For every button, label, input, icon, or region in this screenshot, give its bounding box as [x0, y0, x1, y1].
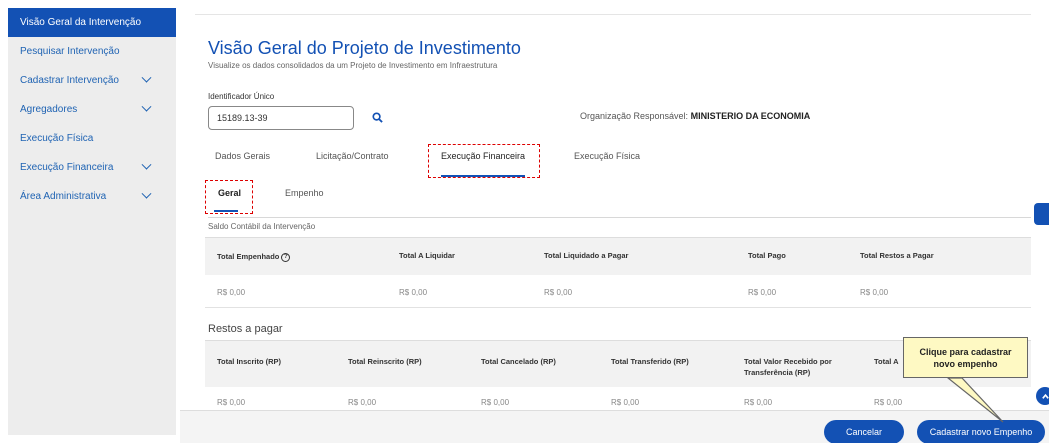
sidebar-item-label: Agregadores	[20, 104, 78, 115]
sidebar-item-label: Execução Financeira	[20, 162, 114, 173]
identifier-label: Identificador Único	[208, 92, 275, 101]
sidebar-item-label: Execução Física	[20, 133, 94, 144]
sidebar-item-agregadores[interactable]: Agregadores	[8, 95, 176, 124]
tab-dados-gerais[interactable]: Dados Gerais	[215, 151, 270, 179]
cell-value: R$ 0,00	[481, 398, 510, 407]
cell-value: R$ 0,00	[611, 398, 640, 407]
side-widget-tab[interactable]	[1034, 203, 1049, 225]
subtab-empenho[interactable]: Empenho	[285, 188, 324, 198]
divider	[208, 217, 1031, 218]
cell-value: R$ 0,00	[399, 288, 428, 297]
col-total-liquidado: Total Liquidado a Pagar	[544, 251, 629, 260]
chevron-down-icon	[141, 101, 152, 112]
col-total-empenhado: Total Empenhado?	[217, 252, 291, 262]
col-total-a: Total A	[874, 357, 899, 366]
organization-value: MINISTERIO DA ECONOMIA	[690, 111, 811, 121]
cell-value: R$ 0,00	[860, 288, 889, 297]
callout-line: Clique para cadastrar	[919, 346, 1012, 357]
chevron-down-icon	[141, 188, 152, 199]
col-total-cancelado: Total Cancelado (RP)	[481, 357, 556, 366]
sidebar: Visão Geral da Intervenção Pesquisar Int…	[8, 8, 176, 435]
sidebar-item-area-administrativa[interactable]: Área Administrativa	[8, 182, 176, 211]
search-button[interactable]	[367, 106, 387, 128]
divider	[195, 14, 1031, 15]
app-root: Visão Geral da Intervenção Pesquisar Int…	[0, 0, 1049, 443]
sidebar-item-label: Área Administrativa	[20, 191, 107, 202]
organization-info: Organização Responsável: MINISTERIO DA E…	[580, 111, 810, 121]
col-total-reinscrito: Total Reinscrito (RP)	[348, 357, 422, 366]
sidebar-item-cadastrar[interactable]: Cadastrar Intervenção	[8, 66, 176, 95]
table-header: Total Empenhado? Total A Liquidar Total …	[205, 237, 1031, 275]
page-subtitle: Visualize os dados consolidados da um Pr…	[208, 61, 498, 70]
tooltip-callout: Clique para cadastrar novo empenho	[903, 337, 1028, 378]
cancel-button[interactable]: Cancelar	[824, 420, 904, 443]
chevron-down-icon	[141, 159, 152, 170]
tab-licitacao-contrato[interactable]: Licitação/Contrato	[316, 151, 389, 179]
col-total-inscrito: Total Inscrito (RP)	[217, 357, 282, 366]
cell-value: R$ 0,00	[544, 288, 573, 297]
col-label-line1: Total Valor Recebido por	[744, 357, 832, 366]
identifier-input[interactable]: 15189.13-39	[208, 106, 354, 130]
col-total-pago: Total Pago	[748, 251, 786, 260]
section-title: Restos a pagar	[208, 323, 283, 335]
sidebar-item-label: Pesquisar Intervenção	[20, 46, 120, 57]
sidebar-item-execucao-financeira[interactable]: Execução Financeira	[8, 153, 176, 182]
cell-value: R$ 0,00	[217, 398, 246, 407]
sidebar-item-label: Cadastrar Intervenção	[20, 75, 119, 86]
search-icon	[371, 111, 383, 123]
page-title: Visão Geral do Projeto de Investimento	[208, 38, 521, 58]
cell-value: R$ 0,00	[217, 288, 246, 297]
col-total-transferido: Total Transferido (RP)	[611, 357, 689, 366]
scroll-top-button[interactable]	[1036, 387, 1049, 405]
cell-value: R$ 0,00	[744, 398, 773, 407]
chevron-up-icon	[1041, 393, 1049, 399]
col-total-a-liquidar: Total A Liquidar	[399, 251, 455, 260]
sidebar-item-execucao-fisica[interactable]: Execução Física	[8, 124, 176, 153]
cell-value: R$ 0,00	[874, 398, 903, 407]
help-icon[interactable]: ?	[281, 252, 291, 262]
col-label-line2: Transferência (RP)	[744, 368, 811, 377]
callout-line: novo empenho	[933, 358, 998, 369]
table-row: R$ 0,00 R$ 0,00 R$ 0,00 R$ 0,00 R$ 0,00	[205, 275, 1031, 308]
tab-highlight	[428, 144, 540, 178]
cell-value: R$ 0,00	[748, 288, 777, 297]
subtab-highlight	[205, 180, 253, 214]
add-empenho-button[interactable]: Cadastrar novo Empenho	[917, 420, 1045, 443]
organization-label: Organização Responsável:	[580, 111, 689, 121]
tab-execucao-fisica[interactable]: Execução Física	[574, 151, 640, 179]
chevron-down-icon	[141, 72, 152, 83]
col-total-valor-recebido: Total Valor Recebido por Transferência (…	[744, 357, 832, 377]
col-total-restos: Total Restos a Pagar	[860, 251, 934, 260]
col-label: Total Empenhado	[217, 252, 280, 261]
sidebar-item-visao-geral[interactable]: Visão Geral da Intervenção	[8, 8, 176, 37]
cell-value: R$ 0,00	[348, 398, 377, 407]
sidebar-item-pesquisar[interactable]: Pesquisar Intervenção	[8, 37, 176, 66]
sidebar-item-label: Visão Geral da Intervenção	[20, 17, 142, 28]
saldo-label: Saldo Contábil da Intervenção	[208, 222, 316, 231]
identifier-value: 15189.13-39	[217, 113, 268, 123]
